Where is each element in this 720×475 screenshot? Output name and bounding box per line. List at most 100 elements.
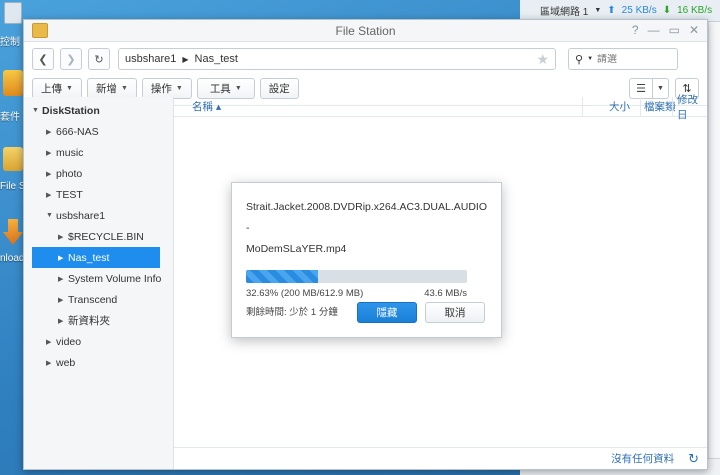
- desktop-shortcut-label: File St: [0, 181, 25, 192]
- column-size[interactable]: 大小: [609, 99, 630, 114]
- forward-button[interactable]: ❯: [60, 48, 82, 70]
- expand-arrow-icon[interactable]: ▼: [46, 212, 56, 219]
- breadcrumb-usbshare1[interactable]: usbshare1: [125, 53, 176, 65]
- collapse-arrow-icon[interactable]: ▶: [58, 317, 68, 325]
- progress-text: 32.63% (200 MB/612.9 MB): [246, 288, 364, 299]
- search-input[interactable]: [597, 53, 678, 65]
- package-center-icon: [3, 70, 23, 96]
- expand-arrow-icon[interactable]: ▼: [32, 107, 42, 114]
- download-arrow-icon: ⬇: [662, 5, 672, 16]
- chevron-down-icon: ▼: [652, 79, 668, 98]
- refresh-button[interactable]: ↻: [88, 48, 110, 70]
- tree-node-label: System Volume Info: [68, 272, 162, 285]
- upload-arrow-icon: ⬆: [607, 5, 616, 16]
- search-box[interactable]: ⚲ ▼: [568, 48, 678, 70]
- cancel-button[interactable]: 取消: [425, 302, 485, 323]
- settings-button[interactable]: 設定: [259, 78, 299, 99]
- chevron-left-icon: ❮: [38, 53, 48, 66]
- create-button[interactable]: 新增 ▼: [86, 78, 137, 99]
- filename-line-1: Strait.Jacket.2008.DVDRip.x264.AC3.DUAL.…: [246, 201, 488, 234]
- star-icon[interactable]: ★: [536, 51, 549, 68]
- column-divider[interactable]: [582, 97, 583, 117]
- tree-root-diskstation[interactable]: ▼ DiskStation: [24, 100, 173, 121]
- tree-node[interactable]: ▶ 新資料夾: [24, 310, 173, 331]
- view-mode-button[interactable]: ☰ ▼: [629, 78, 669, 99]
- tree-node-label: 新資料夾: [68, 315, 110, 327]
- upload-button[interactable]: 上傳 ▼: [32, 78, 82, 99]
- tools-button[interactable]: 工具 ▼: [196, 78, 255, 99]
- collapse-arrow-icon[interactable]: ▶: [58, 254, 68, 262]
- tree-node-label: music: [56, 146, 84, 159]
- upload-progress-dialog: Strait.Jacket.2008.DVDRip.x264.AC3.DUAL.…: [231, 182, 502, 338]
- side-panel: [708, 22, 720, 475]
- tree-node[interactable]: ▶ System Volume Info: [24, 268, 173, 289]
- tree-node-label: TEST: [56, 188, 83, 201]
- collapse-arrow-icon[interactable]: ▶: [46, 170, 56, 178]
- tree-node-label: DiskStation: [42, 104, 100, 117]
- collapse-arrow-icon[interactable]: ▶: [46, 128, 56, 136]
- tree-node-label: $RECYCLE.BIN: [68, 230, 144, 243]
- chevron-down-icon[interactable]: ▼: [594, 7, 601, 14]
- tree-node-label: video: [56, 335, 82, 348]
- empty-status-text: 沒有任何資料: [611, 453, 675, 465]
- back-button[interactable]: ❮: [32, 48, 54, 70]
- tools-label: 工具: [209, 83, 231, 95]
- chevron-down-icon: ▼: [120, 85, 128, 92]
- breadcrumb-nas-test[interactable]: Nas_test: [195, 53, 238, 65]
- collapse-arrow-icon[interactable]: ▶: [58, 233, 68, 241]
- control-panel-icon: [4, 2, 22, 24]
- filename-line-2: MoDemSLaYER.mp4: [246, 243, 347, 255]
- tree-node[interactable]: ▶ web: [24, 352, 173, 373]
- chevron-down-icon[interactable]: ▼: [587, 56, 593, 62]
- tree-node-selected[interactable]: ▶ Nas_test: [32, 247, 160, 268]
- column-name[interactable]: 名稱 ▴: [192, 99, 221, 114]
- tree-node[interactable]: ▶ 666-NAS: [24, 121, 173, 142]
- collapse-arrow-icon[interactable]: ▶: [46, 149, 56, 157]
- progress-filename: Strait.Jacket.2008.DVDRip.x264.AC3.DUAL.…: [246, 197, 487, 260]
- collapse-arrow-icon[interactable]: ▶: [46, 191, 56, 199]
- minimize-icon[interactable]: —: [648, 23, 660, 37]
- download-station-icon: [3, 219, 23, 245]
- status-bar: 沒有任何資料 ↻: [174, 447, 707, 469]
- navigation-bar: ❮ ❯ ↻ usbshare1 ▶ Nas_test ★ ⚲ ▼: [24, 46, 707, 72]
- upload-speed: 25 KB/s: [621, 5, 657, 16]
- chevron-down-icon: ▼: [234, 85, 242, 92]
- tree-node[interactable]: ▼ usbshare1: [24, 205, 173, 226]
- search-icon: ⚲: [575, 53, 584, 66]
- path-bar[interactable]: usbshare1 ▶ Nas_test ★: [118, 48, 556, 70]
- collapse-arrow-icon[interactable]: ▶: [58, 296, 68, 304]
- action-label: 操作: [150, 83, 172, 95]
- tree-node[interactable]: ▶ Transcend: [24, 289, 173, 310]
- progress-bar: [246, 270, 467, 283]
- collapse-arrow-icon[interactable]: ▶: [46, 359, 56, 367]
- progress-bar-fill: [246, 270, 319, 283]
- chevron-down-icon: ▼: [175, 85, 183, 92]
- tree-node-label: Nas_test: [68, 251, 110, 264]
- collapse-arrow-icon[interactable]: ▶: [58, 275, 68, 283]
- refresh-icon[interactable]: ↻: [688, 451, 699, 467]
- tree-node[interactable]: ▶ music: [24, 142, 173, 163]
- close-icon[interactable]: ✕: [689, 23, 699, 37]
- action-button[interactable]: 操作 ▼: [141, 78, 192, 99]
- breadcrumb-separator-icon: ▶: [182, 54, 189, 64]
- tree-node-label: 666-NAS: [56, 125, 99, 138]
- hide-button[interactable]: 隱藏: [357, 302, 417, 323]
- maximize-icon[interactable]: ▭: [669, 23, 680, 37]
- chevron-right-icon: ❯: [66, 53, 76, 66]
- tree-node[interactable]: ▶ TEST: [24, 184, 173, 205]
- tree-node[interactable]: ▶ photo: [24, 163, 173, 184]
- tree-node-label: usbshare1: [56, 209, 106, 222]
- window-titlebar[interactable]: File Station ? — ▭ ✕: [24, 20, 707, 42]
- column-divider[interactable]: [640, 97, 641, 117]
- folder-tree: ▼ DiskStation ▶ 666-NAS ▶ music ▶ photo ▶ TE…: [24, 97, 174, 469]
- tree-node[interactable]: ▶ video: [24, 331, 173, 352]
- column-modified[interactable]: 修改日: [677, 92, 707, 122]
- help-icon[interactable]: ?: [632, 23, 639, 37]
- column-type[interactable]: 檔案類: [644, 99, 676, 114]
- tree-node[interactable]: ▶ $RECYCLE.BIN: [24, 226, 173, 247]
- column-divider[interactable]: [672, 97, 673, 117]
- collapse-arrow-icon[interactable]: ▶: [46, 338, 56, 346]
- list-view-icon: ☰: [636, 83, 646, 95]
- create-label: 新增: [95, 83, 117, 95]
- tree-node-label: Transcend: [68, 293, 118, 306]
